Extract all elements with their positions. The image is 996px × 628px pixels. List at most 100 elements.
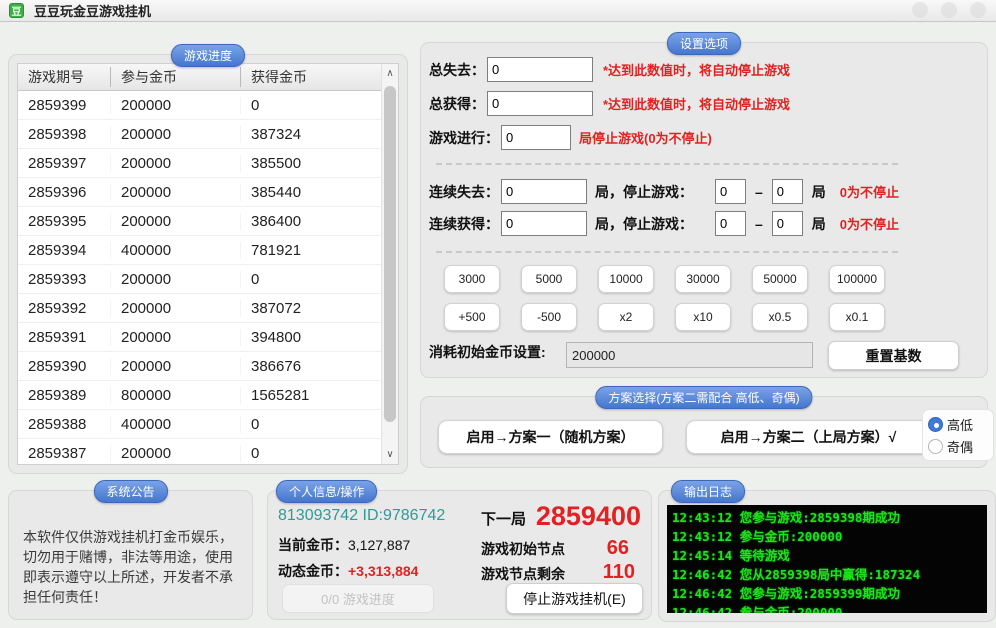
amount-button-100000[interactable]: 100000 bbox=[829, 265, 885, 293]
personal-badge: 个人信息/操作 bbox=[276, 480, 377, 503]
progress-button[interactable]: 0/0 游戏进度 bbox=[282, 584, 434, 613]
base-coin-input[interactable] bbox=[566, 342, 813, 368]
amount-button-3000[interactable]: 3000 bbox=[444, 265, 500, 293]
settings-badge: 设置选项 bbox=[667, 32, 741, 55]
header-cell-period: 游戏期号 bbox=[18, 67, 110, 87]
cell-period: 2859389 bbox=[18, 387, 110, 404]
scroll-up-icon[interactable]: ∧ bbox=[382, 68, 398, 79]
cell-bet: 800000 bbox=[110, 387, 240, 404]
dynamic-coin-label: 动态金币： bbox=[278, 563, 348, 579]
table-row[interactable]: 2859390200000386676 bbox=[18, 352, 381, 381]
rounds-note: 局停止游戏(0为不停止) bbox=[579, 128, 712, 147]
close-icon[interactable] bbox=[970, 2, 986, 18]
modifier-button-500[interactable]: +500 bbox=[444, 303, 500, 331]
plan1-button[interactable]: 启用→方案一（随机方案） bbox=[438, 420, 663, 454]
total-gain-note: *达到此数值时，将自动停止游戏 bbox=[603, 94, 790, 113]
node-start-label: 游戏初始节点 bbox=[481, 539, 565, 559]
scroll-down-icon[interactable]: ∨ bbox=[382, 449, 398, 460]
table-row[interactable]: 2859391200000394800 bbox=[18, 323, 381, 352]
modifier-button-500[interactable]: -500 bbox=[521, 303, 577, 331]
streak-lose-from-input[interactable] bbox=[715, 179, 746, 204]
modifier-button-x10[interactable]: x10 bbox=[675, 303, 731, 331]
next-round-label: 下一局 bbox=[481, 508, 526, 529]
table-row[interactable]: 28593898000001565281 bbox=[18, 381, 381, 410]
log-badge: 输出日志 bbox=[671, 480, 745, 503]
streak-gain-dash: – bbox=[755, 216, 763, 232]
streak-lose-input[interactable] bbox=[501, 179, 587, 204]
dynamic-coin-value: +3,313,884 bbox=[348, 563, 418, 579]
cell-bet: 200000 bbox=[110, 445, 240, 462]
cell-period: 2859387 bbox=[18, 445, 110, 462]
cell-period: 2859392 bbox=[18, 300, 110, 317]
table-row[interactable]: 28593884000000 bbox=[18, 410, 381, 439]
table-row[interactable]: 28593872000000 bbox=[18, 439, 381, 464]
cell-period: 2859393 bbox=[18, 271, 110, 288]
radio-unselected-icon bbox=[928, 439, 943, 454]
streak-lose-to-input[interactable] bbox=[772, 179, 803, 204]
cell-bet: 200000 bbox=[110, 184, 240, 201]
cell-period: 2859390 bbox=[18, 358, 110, 375]
streak-gain-unit: 局 bbox=[812, 214, 826, 234]
table-row[interactable]: 2859398200000387324 bbox=[18, 120, 381, 149]
log-line: 12:46:42 您从2859398局中赢得:187324 bbox=[672, 565, 982, 584]
amount-buttons-row: 3000 5000 10000 30000 50000 100000 bbox=[444, 265, 885, 293]
radio-high-low[interactable]: 高低 bbox=[928, 415, 988, 434]
scroll-thumb[interactable] bbox=[384, 86, 396, 422]
stop-button[interactable]: 停止游戏挂机(E) bbox=[506, 583, 643, 614]
table-row[interactable]: 2859392200000387072 bbox=[18, 294, 381, 323]
table-scrollbar[interactable]: ∧ ∨ bbox=[381, 64, 398, 464]
cell-won: 386400 bbox=[240, 213, 381, 230]
streak-gain-to-input[interactable] bbox=[772, 211, 803, 236]
amount-button-10000[interactable]: 10000 bbox=[598, 265, 654, 293]
cell-won: 781921 bbox=[240, 242, 381, 259]
radio-selected-icon bbox=[928, 417, 943, 432]
cell-period: 2859391 bbox=[18, 329, 110, 346]
cell-bet: 400000 bbox=[110, 242, 240, 259]
modifier-button-x2[interactable]: x2 bbox=[598, 303, 654, 331]
streak-gain-from-input[interactable] bbox=[715, 211, 746, 236]
cell-bet: 400000 bbox=[110, 416, 240, 433]
streak-gain-mid-label: 局，停止游戏： bbox=[595, 214, 693, 234]
radio-odd-even[interactable]: 奇偶 bbox=[928, 437, 988, 456]
total-lose-input[interactable] bbox=[487, 57, 593, 82]
table-row[interactable]: 28593932000000 bbox=[18, 265, 381, 294]
streak-gain-input[interactable] bbox=[501, 211, 587, 236]
amount-button-50000[interactable]: 50000 bbox=[752, 265, 808, 293]
base-coin-label: 消耗初始金币设置: bbox=[429, 342, 546, 362]
reset-base-button[interactable]: 重置基数 bbox=[828, 341, 959, 370]
current-coin-row: 当前金币：3,127,887 bbox=[278, 535, 410, 555]
cell-period: 2859397 bbox=[18, 155, 110, 172]
table-row[interactable]: 2859395200000386400 bbox=[18, 207, 381, 236]
streak-lose-unit: 局 bbox=[812, 182, 826, 202]
cell-won: 394800 bbox=[240, 329, 381, 346]
cell-won: 387072 bbox=[240, 300, 381, 317]
streak-lose-note: 0为不停止 bbox=[840, 182, 899, 201]
announcement-badge: 系统公告 bbox=[93, 480, 167, 503]
cell-bet: 200000 bbox=[110, 358, 240, 375]
rounds-input[interactable] bbox=[501, 125, 571, 150]
modifier-button-x01[interactable]: x0.1 bbox=[829, 303, 885, 331]
modifier-button-x05[interactable]: x0.5 bbox=[752, 303, 808, 331]
cell-period: 2859395 bbox=[18, 213, 110, 230]
table-row[interactable]: 2859397200000385500 bbox=[18, 149, 381, 178]
total-gain-input[interactable] bbox=[487, 91, 593, 116]
cell-won: 0 bbox=[240, 416, 381, 433]
table-row[interactable]: 2859396200000385440 bbox=[18, 178, 381, 207]
header-cell-bet: 参与金币 bbox=[110, 67, 240, 87]
dashed-separator bbox=[436, 163, 898, 165]
minimize-icon[interactable] bbox=[912, 2, 928, 18]
table-row[interactable]: 28593992000000 bbox=[18, 91, 381, 120]
radio-high-low-label: 高低 bbox=[947, 415, 973, 434]
scheme-badge: 方案选择(方案二需配合 高低、奇偶) bbox=[595, 386, 812, 409]
amount-button-30000[interactable]: 30000 bbox=[675, 265, 731, 293]
settings-panel: 设置选项 总失去： *达到此数值时，将自动停止游戏 总获得： *达到此数值时，将… bbox=[420, 42, 988, 378]
maximize-icon[interactable] bbox=[941, 2, 957, 18]
amount-button-5000[interactable]: 5000 bbox=[521, 265, 577, 293]
cell-won: 386676 bbox=[240, 358, 381, 375]
radio-odd-even-label: 奇偶 bbox=[947, 437, 973, 456]
table-row[interactable]: 2859394400000781921 bbox=[18, 236, 381, 265]
cell-won: 1565281 bbox=[240, 387, 381, 404]
cell-bet: 200000 bbox=[110, 155, 240, 172]
plan2-button[interactable]: 启用→方案二（上局方案）√ bbox=[686, 420, 931, 454]
cell-bet: 200000 bbox=[110, 126, 240, 143]
